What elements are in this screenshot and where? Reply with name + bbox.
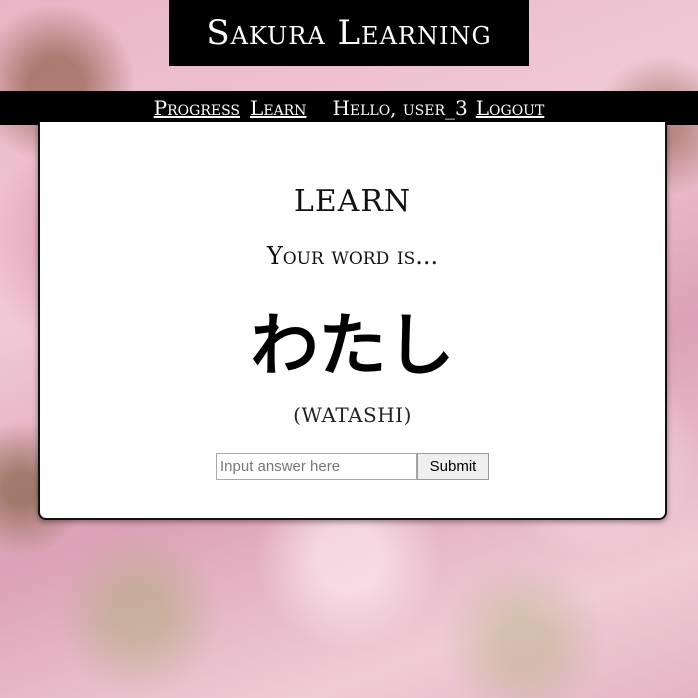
nav-link-learn[interactable]: Learn (250, 96, 306, 120)
japanese-word: わたし (250, 307, 455, 386)
learn-card: LEARN Your word is... わたし (WATASHI) Subm… (38, 122, 667, 520)
nav-link-logout[interactable]: Logout (476, 96, 545, 120)
nav-link-progress[interactable]: Progress (154, 96, 240, 120)
romaji-reading: (WATASHI) (293, 403, 412, 427)
user-greeting: Hello, user_3 (332, 96, 468, 120)
navbar: Progress Learn Hello, user_3 Logout (0, 91, 698, 125)
site-title: Sakura Learning (169, 0, 529, 66)
word-prompt: Your word is... (266, 242, 439, 270)
answer-form: Submit (216, 453, 489, 480)
card-title: LEARN (293, 184, 412, 219)
page-background: { "site": { "title": "Sakura Learning" }… (0, 0, 698, 698)
submit-button[interactable]: Submit (417, 453, 489, 480)
answer-input[interactable] (216, 453, 417, 480)
